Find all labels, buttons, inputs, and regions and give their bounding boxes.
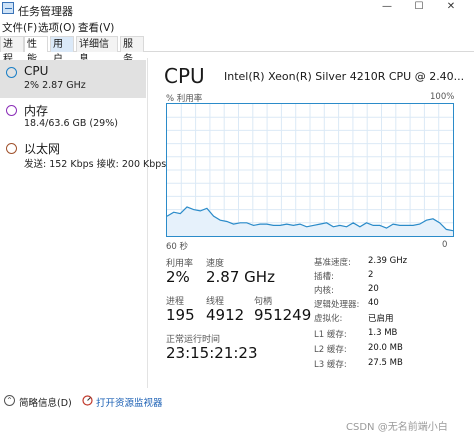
processes-value: 195 [166, 306, 195, 324]
title-bar: 任务管理器 — ☐ ✕ [0, 0, 474, 18]
resource-sidebar: CPU 2% 2.87 GHz 内存 18.4/63.6 GB (29%) 以太… [0, 58, 166, 388]
task-manager-icon [2, 2, 14, 14]
spec-value: 2 [368, 270, 374, 280]
cpu-detail-panel: CPU Intel(R) Xeon(R) Silver 4210R CPU @ … [152, 58, 474, 388]
sidebar-item-label: 以太网 [24, 142, 61, 156]
spec-label: L1 缓存: [314, 330, 347, 340]
menu-bar: 文件(F) 选项(O) 查看(V) [0, 18, 474, 35]
tab-processes[interactable]: 进程 [0, 36, 24, 65]
sidebar-item-sub: 18.4/63.6 GB (29%) [24, 118, 118, 129]
resource-monitor-icon [82, 395, 93, 406]
footer-bar: ⌃ 简略信息(D) 打开资源监视器 [0, 392, 474, 412]
cpu-ring-icon [6, 67, 17, 78]
cpu-usage-svg [166, 104, 454, 236]
spec-value: 已启用 [368, 314, 394, 324]
sidebar-item-sub: 发送: 152 Kbps 接收: 200 Kbps [24, 159, 167, 170]
tab-bar: 进程 性能 用户 详细信息 服务 [0, 36, 474, 65]
spec-value: 20.0 MB [368, 343, 403, 353]
graph-time-start: 60 秒 [166, 242, 189, 252]
minimize-button[interactable]: — [372, 0, 402, 16]
graph-time-end: 0 [442, 240, 448, 250]
spec-value: 27.5 MB [368, 358, 403, 368]
open-resource-monitor-link[interactable]: 打开资源监视器 [96, 395, 163, 409]
menu-view[interactable]: 查看(V) [78, 20, 114, 35]
speed-value: 2.87 GHz [206, 268, 275, 286]
fewer-details-link[interactable]: 简略信息(D) [19, 395, 72, 409]
sidebar-item-sub: 2% 2.87 GHz [24, 80, 86, 91]
utilization-value: 2% [166, 268, 190, 286]
sidebar-item-label: 内存 [24, 104, 49, 118]
spec-label: 内核: [314, 286, 334, 296]
spec-value: 2.39 GHz [368, 256, 408, 266]
threads-value: 4912 [206, 306, 245, 324]
spec-label: 虚拟化: [314, 314, 343, 324]
page-title: CPU [164, 64, 205, 88]
handles-value: 951249 [254, 306, 312, 324]
menu-options[interactable]: 选项(O) [38, 20, 75, 35]
close-button[interactable]: ✕ [436, 0, 466, 16]
tab-performance[interactable]: 性能 [24, 36, 48, 65]
cpu-usage-graph [166, 103, 454, 237]
memory-ring-icon [6, 105, 17, 116]
tab-details[interactable]: 详细信息 [76, 36, 118, 65]
uptime-value: 23:15:21:23 [166, 344, 258, 362]
tab-users[interactable]: 用户 [50, 36, 74, 65]
maximize-button[interactable]: ☐ [404, 0, 434, 16]
spec-value: 1.3 MB [368, 328, 398, 338]
spec-label: 基准速度: [314, 258, 351, 268]
chevron-up-icon[interactable]: ⌃ [4, 395, 15, 406]
sidebar-item-memory[interactable]: 内存 18.4/63.6 GB (29%) [0, 98, 146, 136]
spec-label: 逻辑处理器: [314, 300, 360, 310]
spec-label: 插槽: [314, 272, 334, 282]
graph-y-max: 100% [430, 92, 455, 102]
spec-value: 20 [368, 284, 379, 294]
window-title: 任务管理器 [18, 5, 73, 18]
spec-label: L2 缓存: [314, 345, 347, 355]
spec-label: L3 缓存: [314, 360, 347, 370]
sidebar-item-ethernet[interactable]: 以太网 发送: 152 Kbps 接收: 200 Kbps [0, 136, 166, 174]
cpu-model: Intel(R) Xeon(R) Silver 4210R CPU @ 2.40… [224, 70, 465, 83]
menu-file[interactable]: 文件(F) [2, 20, 37, 35]
watermark: CSDN @无名前端小白 [346, 422, 448, 433]
tab-services[interactable]: 服务 [120, 36, 144, 65]
sidebar-item-label: CPU [24, 64, 49, 78]
spec-value: 40 [368, 298, 379, 308]
sidebar-item-cpu[interactable]: CPU 2% 2.87 GHz [0, 60, 146, 98]
ethernet-ring-icon [6, 143, 17, 154]
